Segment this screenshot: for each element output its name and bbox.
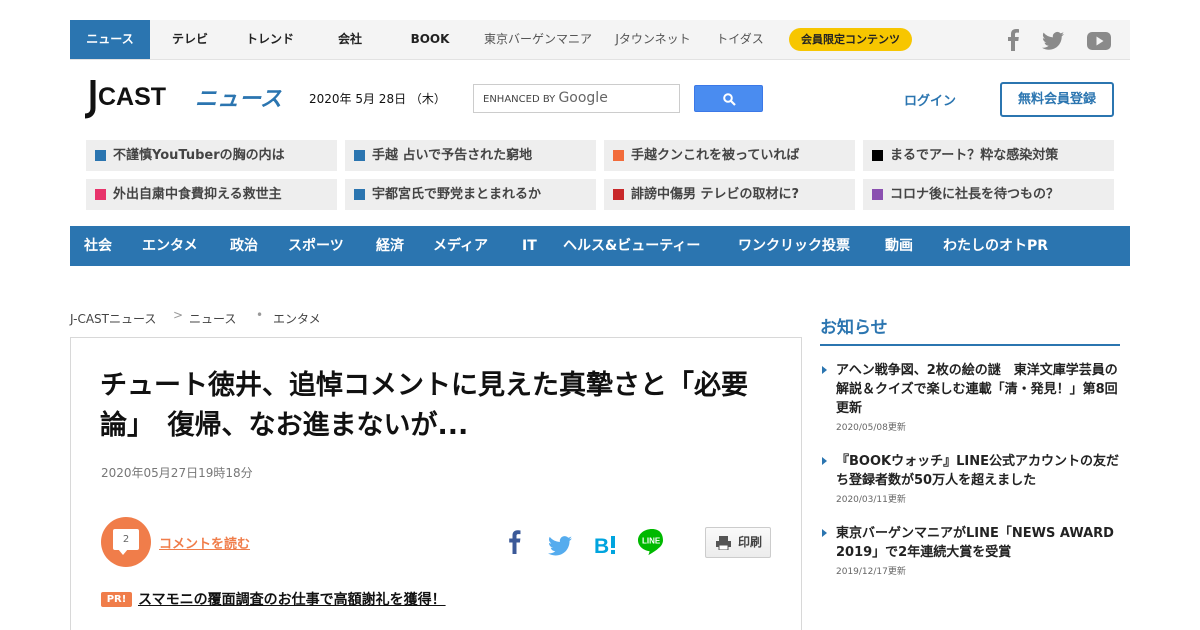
current-date: 2020年 5月 28日 （木） xyxy=(309,92,446,106)
category-video[interactable]: 動画 xyxy=(885,226,913,266)
category-one-click-vote[interactable]: ワンクリック投票 xyxy=(738,226,850,266)
headline-text: 手越クンこれを被っていれば xyxy=(631,148,800,163)
register-button[interactable]: 無料会員登録 xyxy=(1000,82,1114,117)
headline-text: コロナ後に社長を待つもの？ xyxy=(890,187,1060,202)
breadcrumb-news[interactable]: ニュース xyxy=(189,310,236,327)
headline-tile[interactable]: 誹謗中傷男 テレビの取材に? xyxy=(604,179,855,210)
print-label: 印刷 xyxy=(738,535,763,549)
headline-marker xyxy=(95,189,106,200)
top-nav: ニュース テレビ トレンド 会社 BOOK 東京バーゲンマニア Jタウンネット … xyxy=(70,20,1130,60)
notice-date: 2020/03/11更新 xyxy=(836,495,906,505)
category-society[interactable]: 社会 xyxy=(84,226,112,266)
notice-arrow-icon xyxy=(822,457,827,465)
facebook-icon[interactable] xyxy=(1006,29,1020,51)
headline-marker xyxy=(872,189,883,200)
category-entertainment[interactable]: エンタメ xyxy=(142,226,198,266)
headline-marker xyxy=(354,189,365,200)
headline-marker xyxy=(613,189,624,200)
notice-heading: お知らせ xyxy=(820,318,888,338)
breadcrumb-separator: > xyxy=(173,308,184,322)
headline-tile[interactable]: まるでアート？粋な感染対策 xyxy=(863,140,1114,171)
headline-text: まるでアート？粋な感染対策 xyxy=(890,148,1059,163)
headline-tile[interactable]: コロナ後に社長を待つもの？ xyxy=(863,179,1114,210)
twitter-icon[interactable] xyxy=(1042,30,1064,52)
category-it[interactable]: IT xyxy=(522,226,537,266)
topnav-toidas[interactable]: トイダス xyxy=(708,20,772,59)
facebook-share-icon[interactable] xyxy=(505,528,523,556)
read-comments-link[interactable]: コメントを読む xyxy=(159,533,250,552)
topnav-jtown[interactable]: Jタウンネット xyxy=(606,20,700,59)
category-watashi-no-oto-pr[interactable]: わたしのオトPR xyxy=(943,226,1048,266)
notice-arrow-icon xyxy=(822,366,827,374)
headline-text: 誹謗中傷男 テレビの取材に? xyxy=(631,187,800,202)
category-sports[interactable]: スポーツ xyxy=(288,226,344,266)
notice-text: 東京バーゲンマニアがLINE「NEWS AWARD 2019」で2年連続大賞を受… xyxy=(836,526,1114,560)
notice-date: 2019/12/17更新 xyxy=(836,567,906,577)
topnav-trend[interactable]: トレンド xyxy=(230,20,310,59)
breadcrumb-home[interactable]: J-CASTニュース xyxy=(70,310,156,327)
category-media[interactable]: メディア xyxy=(433,226,488,266)
notice-item[interactable]: アヘン戦争図、2枚の絵の謎 東洋文庫学芸員の解説＆クイズで楽しむ連載「清・発見！… xyxy=(822,361,1122,433)
member-content-badge[interactable]: 会員限定コンテンツ xyxy=(789,28,912,51)
notice-item[interactable]: 『BOOKウォッチ』LINE公式アカウントの友だち登録者数が50万人を超えました… xyxy=(822,452,1122,505)
pr-link[interactable]: スマモニの覆面調査のお仕事で高額謝礼を獲得！ xyxy=(138,589,446,609)
article-title: チュート徳井、追悼コメントに見えた真摯さと「必要論」 復帰、なお進まないが... xyxy=(100,370,748,441)
print-button[interactable]: 印刷 xyxy=(705,527,771,558)
notice-arrow-icon xyxy=(822,529,827,537)
headline-tile[interactable]: 手越クンこれを被っていれば xyxy=(604,140,855,171)
comment-count-badge[interactable]: 2 xyxy=(101,517,151,567)
headline-text: 外出自粛中食費抑える救世主 xyxy=(113,187,282,202)
category-politics[interactable]: 政治 xyxy=(230,226,258,266)
topnav-book[interactable]: BOOK xyxy=(390,20,470,59)
twitter-share-icon[interactable] xyxy=(548,532,572,560)
category-nav: 社会 エンタメ 政治 スポーツ 経済 メディア IT ヘルス&ビューティー ワン… xyxy=(70,226,1130,266)
search-brand: Google xyxy=(558,90,608,106)
notice-date: 2020/05/08更新 xyxy=(836,423,906,433)
hatena-bookmark-icon[interactable]: B xyxy=(594,531,618,559)
headline-tile[interactable]: 外出自粛中食費抑える救世主 xyxy=(86,179,337,210)
search-button[interactable] xyxy=(694,85,763,112)
search-prefix: ENHANCED BY xyxy=(483,94,556,105)
headline-tile[interactable]: 不謹慎YouTuberの胸の内は xyxy=(86,140,337,171)
category-economy[interactable]: 経済 xyxy=(376,226,404,266)
youtube-icon[interactable] xyxy=(1087,30,1111,52)
notice-text: アヘン戦争図、2枚の絵の謎 東洋文庫学芸員の解説＆クイズで楽しむ連載「清・発見！… xyxy=(836,363,1118,416)
topnav-tv[interactable]: テレビ xyxy=(150,20,230,59)
topnav-news[interactable]: ニュース xyxy=(70,20,150,59)
headline-marker xyxy=(872,150,883,161)
login-link[interactable]: ログイン xyxy=(904,90,956,109)
logo-sub-text: ニュース xyxy=(195,87,282,112)
headline-tile[interactable]: 宇都宮氏で野党まとまれるか xyxy=(345,179,596,210)
category-health-beauty[interactable]: ヘルス&ビューティー xyxy=(563,226,700,266)
svg-text:B: B xyxy=(594,535,609,558)
search-input[interactable]: ENHANCED BY Google xyxy=(473,84,680,113)
headline-marker xyxy=(613,150,624,161)
headline-text: 宇都宮氏で野党まとまれるか xyxy=(372,187,542,202)
line-share-icon[interactable]: LINE xyxy=(637,528,667,556)
breadcrumb-category[interactable]: エンタメ xyxy=(273,310,321,327)
notice-divider xyxy=(820,344,1120,346)
notice-text: 『BOOKウォッチ』LINE公式アカウントの友だち登録者数が50万人を超えました xyxy=(836,454,1119,488)
headline-tile[interactable]: 手越 占いで予告された窮地 xyxy=(345,140,596,171)
breadcrumb-separator: • xyxy=(256,308,264,322)
headline-marker xyxy=(354,150,365,161)
article-date: 2020年05月27日19時18分 xyxy=(101,466,253,480)
headline-text: 手越 占いで予告された窮地 xyxy=(372,148,533,163)
jcast-news-logo[interactable]: CAST ニュース xyxy=(84,78,284,124)
pr-badge: PR! xyxy=(101,592,132,607)
svg-text:LINE: LINE xyxy=(642,537,661,546)
print-icon xyxy=(716,536,731,550)
topnav-company[interactable]: 会社 xyxy=(310,20,390,59)
comment-bubble-tail xyxy=(118,549,128,555)
headline-text: 不謹慎YouTuberの胸の内は xyxy=(113,148,285,163)
topnav-bargain[interactable]: 東京バーゲンマニア xyxy=(474,20,602,59)
comment-count: 2 xyxy=(113,529,139,550)
svg-text:CAST: CAST xyxy=(98,83,166,111)
notice-item[interactable]: 東京バーゲンマニアがLINE「NEWS AWARD 2019」で2年連続大賞を受… xyxy=(822,524,1122,577)
search-icon xyxy=(723,93,736,106)
headline-marker xyxy=(95,150,106,161)
